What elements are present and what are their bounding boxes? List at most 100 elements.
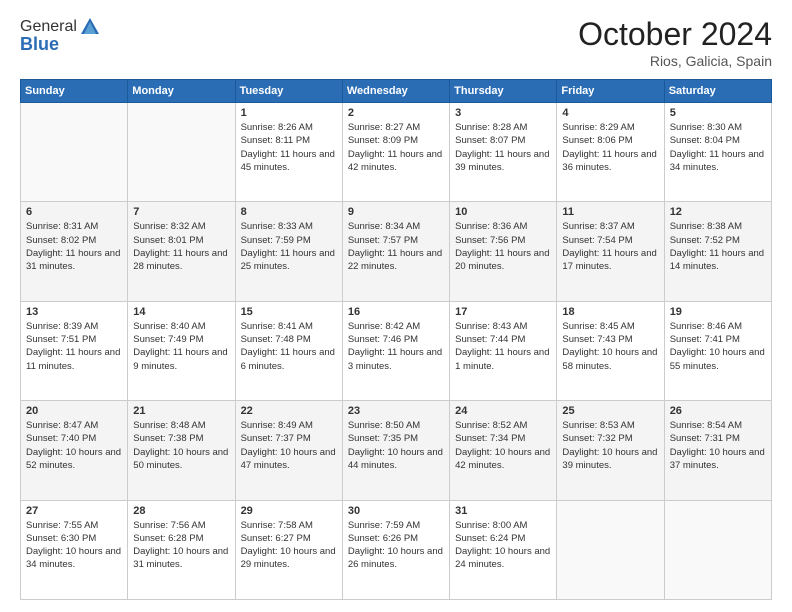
day-info: Sunrise: 7:56 AMSunset: 6:28 PMDaylight:… (133, 519, 229, 572)
logo-icon (79, 16, 101, 38)
day-info: Sunrise: 8:27 AMSunset: 8:09 PMDaylight:… (348, 121, 444, 174)
day-number: 29 (241, 505, 337, 517)
day-info: Sunrise: 8:47 AMSunset: 7:40 PMDaylight:… (26, 419, 122, 472)
page: General Blue October 2024 Rios, Galicia,… (0, 0, 792, 612)
calendar-cell: 28 Sunrise: 7:56 AMSunset: 6:28 PMDayligh… (128, 500, 235, 599)
calendar-cell: 19 Sunrise: 8:46 AMSunset: 7:41 PMDayligh… (664, 301, 771, 400)
day-number: 6 (26, 206, 122, 218)
day-number: 4 (562, 107, 658, 119)
calendar-cell: 4 Sunrise: 8:29 AMSunset: 8:06 PMDaylight… (557, 103, 664, 202)
day-info: Sunrise: 8:49 AMSunset: 7:37 PMDaylight:… (241, 419, 337, 472)
weekday-header-monday: Monday (128, 80, 235, 103)
calendar-cell (128, 103, 235, 202)
calendar-cell: 29 Sunrise: 7:58 AMSunset: 6:27 PMDayligh… (235, 500, 342, 599)
calendar-cell: 14 Sunrise: 8:40 AMSunset: 7:49 PMDayligh… (128, 301, 235, 400)
month-title: October 2024 (578, 16, 772, 53)
day-info: Sunrise: 8:54 AMSunset: 7:31 PMDaylight:… (670, 419, 766, 472)
day-info: Sunrise: 8:37 AMSunset: 7:54 PMDaylight:… (562, 220, 658, 273)
calendar-cell: 1 Sunrise: 8:26 AMSunset: 8:11 PMDaylight… (235, 103, 342, 202)
day-number: 28 (133, 505, 229, 517)
day-info: Sunrise: 8:42 AMSunset: 7:46 PMDaylight:… (348, 320, 444, 373)
weekday-header-wednesday: Wednesday (342, 80, 449, 103)
day-number: 26 (670, 405, 766, 417)
calendar-week-4: 20 Sunrise: 8:47 AMSunset: 7:40 PMDayligh… (21, 401, 772, 500)
day-number: 10 (455, 206, 551, 218)
calendar-cell: 26 Sunrise: 8:54 AMSunset: 7:31 PMDayligh… (664, 401, 771, 500)
calendar-week-2: 6 Sunrise: 8:31 AMSunset: 8:02 PMDaylight… (21, 202, 772, 301)
calendar-cell (557, 500, 664, 599)
day-number: 11 (562, 206, 658, 218)
day-info: Sunrise: 8:48 AMSunset: 7:38 PMDaylight:… (133, 419, 229, 472)
calendar-week-5: 27 Sunrise: 7:55 AMSunset: 6:30 PMDayligh… (21, 500, 772, 599)
day-info: Sunrise: 7:55 AMSunset: 6:30 PMDaylight:… (26, 519, 122, 572)
day-number: 22 (241, 405, 337, 417)
day-number: 3 (455, 107, 551, 119)
day-info: Sunrise: 8:26 AMSunset: 8:11 PMDaylight:… (241, 121, 337, 174)
day-number: 15 (241, 306, 337, 318)
day-info: Sunrise: 8:29 AMSunset: 8:06 PMDaylight:… (562, 121, 658, 174)
day-number: 18 (562, 306, 658, 318)
calendar-cell (664, 500, 771, 599)
calendar-cell: 13 Sunrise: 8:39 AMSunset: 7:51 PMDayligh… (21, 301, 128, 400)
calendar-cell: 15 Sunrise: 8:41 AMSunset: 7:48 PMDayligh… (235, 301, 342, 400)
day-number: 13 (26, 306, 122, 318)
day-info: Sunrise: 8:30 AMSunset: 8:04 PMDaylight:… (670, 121, 766, 174)
day-info: Sunrise: 8:50 AMSunset: 7:35 PMDaylight:… (348, 419, 444, 472)
day-info: Sunrise: 8:36 AMSunset: 7:56 PMDaylight:… (455, 220, 551, 273)
day-number: 14 (133, 306, 229, 318)
day-info: Sunrise: 8:28 AMSunset: 8:07 PMDaylight:… (455, 121, 551, 174)
day-info: Sunrise: 8:53 AMSunset: 7:32 PMDaylight:… (562, 419, 658, 472)
day-info: Sunrise: 8:46 AMSunset: 7:41 PMDaylight:… (670, 320, 766, 373)
day-number: 16 (348, 306, 444, 318)
calendar-cell: 20 Sunrise: 8:47 AMSunset: 7:40 PMDayligh… (21, 401, 128, 500)
day-number: 27 (26, 505, 122, 517)
day-number: 20 (26, 405, 122, 417)
day-number: 17 (455, 306, 551, 318)
day-info: Sunrise: 8:41 AMSunset: 7:48 PMDaylight:… (241, 320, 337, 373)
calendar-cell: 8Sunrise: 8:33 AMSunset: 7:59 PMDaylight… (235, 202, 342, 301)
day-info: Sunrise: 8:45 AMSunset: 7:43 PMDaylight:… (562, 320, 658, 373)
calendar-cell: 30Sunrise: 7:59 AMSunset: 6:26 PMDayligh… (342, 500, 449, 599)
day-number: 1 (241, 107, 337, 119)
calendar-cell: 6 Sunrise: 8:31 AMSunset: 8:02 PMDaylight… (21, 202, 128, 301)
calendar-cell: 10 Sunrise: 8:36 AMSunset: 7:56 PMDayligh… (450, 202, 557, 301)
day-info: Sunrise: 8:43 AMSunset: 7:44 PMDaylight:… (455, 320, 551, 373)
day-number: 19 (670, 306, 766, 318)
day-number: 25 (562, 405, 658, 417)
calendar-cell: 12 Sunrise: 8:38 AMSunset: 7:52 PMDayligh… (664, 202, 771, 301)
day-info: Sunrise: 8:31 AMSunset: 8:02 PMDaylight:… (26, 220, 122, 273)
day-number: 9 (348, 206, 444, 218)
calendar-cell: 22 Sunrise: 8:49 AMSunset: 7:37 PMDayligh… (235, 401, 342, 500)
day-info: Sunrise: 8:34 AMSunset: 7:57 PMDaylight:… (348, 220, 444, 273)
weekday-header-thursday: Thursday (450, 80, 557, 103)
day-number: 8 (241, 206, 337, 218)
day-number: 12 (670, 206, 766, 218)
day-number: 5 (670, 107, 766, 119)
calendar-cell: 9 Sunrise: 8:34 AMSunset: 7:57 PMDaylight… (342, 202, 449, 301)
weekday-header-tuesday: Tuesday (235, 80, 342, 103)
calendar-cell: 23Sunrise: 8:50 AMSunset: 7:35 PMDayligh… (342, 401, 449, 500)
day-info: Sunrise: 8:39 AMSunset: 7:51 PMDaylight:… (26, 320, 122, 373)
calendar-cell: 3 Sunrise: 8:28 AMSunset: 8:07 PMDaylight… (450, 103, 557, 202)
day-info: Sunrise: 8:38 AMSunset: 7:52 PMDaylight:… (670, 220, 766, 273)
calendar-cell: 18 Sunrise: 8:45 AMSunset: 7:43 PMDayligh… (557, 301, 664, 400)
day-info: Sunrise: 7:58 AMSunset: 6:27 PMDaylight:… (241, 519, 337, 572)
calendar-cell: 11 Sunrise: 8:37 AMSunset: 7:54 PMDayligh… (557, 202, 664, 301)
day-number: 7 (133, 206, 229, 218)
day-info: Sunrise: 8:32 AMSunset: 8:01 PMDaylight:… (133, 220, 229, 273)
calendar-cell (21, 103, 128, 202)
calendar-cell: 2 Sunrise: 8:27 AMSunset: 8:09 PMDaylight… (342, 103, 449, 202)
day-number: 31 (455, 505, 551, 517)
day-number: 2 (348, 107, 444, 119)
day-info: Sunrise: 8:52 AMSunset: 7:34 PMDaylight:… (455, 419, 551, 472)
day-info: Sunrise: 8:40 AMSunset: 7:49 PMDaylight:… (133, 320, 229, 373)
calendar-cell: 31 Sunrise: 8:00 AMSunset: 6:24 PMDayligh… (450, 500, 557, 599)
logo: General Blue (20, 16, 101, 55)
day-number: 30 (348, 505, 444, 517)
header: General Blue October 2024 Rios, Galicia,… (20, 16, 772, 69)
title-block: October 2024 Rios, Galicia, Spain (578, 16, 772, 69)
calendar-cell: 16 Sunrise: 8:42 AMSunset: 7:46 PMDayligh… (342, 301, 449, 400)
calendar-week-1: 1 Sunrise: 8:26 AMSunset: 8:11 PMDaylight… (21, 103, 772, 202)
day-info: Sunrise: 8:00 AMSunset: 6:24 PMDaylight:… (455, 519, 551, 572)
calendar-cell: 17 Sunrise: 8:43 AMSunset: 7:44 PMDayligh… (450, 301, 557, 400)
